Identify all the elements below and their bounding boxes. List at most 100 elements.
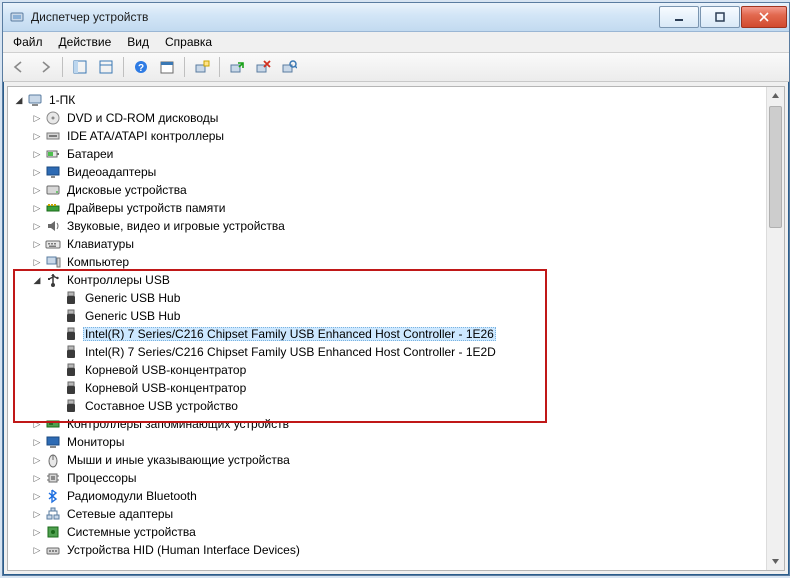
menu-file[interactable]: Файл	[5, 32, 51, 52]
close-button[interactable]	[741, 6, 787, 28]
tree-device-node[interactable]: Intel(R) 7 Series/C216 Chipset Family US…	[48, 325, 766, 343]
menu-help[interactable]: Справка	[157, 32, 220, 52]
scroll-thumb[interactable]	[769, 106, 782, 228]
menu-view[interactable]: Вид	[119, 32, 157, 52]
expand-icon[interactable]: ▷	[30, 489, 44, 503]
display-icon	[45, 164, 61, 180]
vertical-scrollbar[interactable]	[766, 87, 784, 570]
tree-device-node[interactable]: Generic USB Hub	[48, 289, 766, 307]
toolbar-enable-button[interactable]	[225, 55, 249, 79]
tree-node-label: Корневой USB-концентратор	[83, 381, 248, 395]
tree-category-node[interactable]: ▷ Видеоадаптеры	[30, 163, 766, 181]
tree-category-node[interactable]: ▷ Драйверы устройств памяти	[30, 199, 766, 217]
tree-category-node[interactable]: ▷ Устройства HID (Human Interface Devices…	[30, 541, 766, 559]
toolbar-properties-button[interactable]	[155, 55, 179, 79]
toolbar-back-button[interactable]	[7, 55, 31, 79]
tree-node-label: Generic USB Hub	[83, 309, 182, 323]
hid-icon	[45, 542, 61, 558]
expand-icon[interactable]: ▷	[30, 165, 44, 179]
toolbar-help-button[interactable]: ?	[129, 55, 153, 79]
storage-icon	[45, 416, 61, 432]
tree-category-node[interactable]: ▷Мыши и иные указывающие устройства	[30, 451, 766, 469]
tree-category-node[interactable]: ▷ IDE ATA/ATAPI контроллеры	[30, 127, 766, 145]
collapse-icon[interactable]: ◢	[12, 93, 26, 107]
expand-icon[interactable]: ▷	[30, 525, 44, 539]
toolbar-update-driver-button[interactable]	[190, 55, 214, 79]
expand-icon[interactable]: ▷	[30, 147, 44, 161]
tree-category-node[interactable]: ◢Контроллеры USB	[30, 271, 766, 289]
tree-node-label: Драйверы устройств памяти	[65, 201, 227, 215]
tree-device-node[interactable]: Корневой USB-концентратор	[48, 379, 766, 397]
toolbar-scan-button[interactable]	[277, 55, 301, 79]
tree-node-label: DVD и CD-ROM дисководы	[65, 111, 220, 125]
tree-device-node[interactable]: Intel(R) 7 Series/C216 Chipset Family US…	[48, 343, 766, 361]
cpu-icon	[45, 470, 61, 486]
expand-icon[interactable]: ▷	[30, 435, 44, 449]
system-icon	[45, 524, 61, 540]
tree-root-node[interactable]: ◢1-ПК	[12, 91, 766, 109]
tree-node-label: Intel(R) 7 Series/C216 Chipset Family US…	[83, 345, 498, 359]
minimize-button[interactable]	[659, 6, 699, 28]
expander-spacer	[48, 309, 62, 323]
svg-text:?: ?	[138, 63, 144, 74]
toolbar-uninstall-button[interactable]	[251, 55, 275, 79]
expand-icon[interactable]: ▷	[30, 543, 44, 557]
expander-spacer	[48, 345, 62, 359]
keyboard-icon	[45, 236, 61, 252]
monitor-icon	[45, 434, 61, 450]
expand-icon[interactable]: ▷	[30, 237, 44, 251]
maximize-button[interactable]	[700, 6, 740, 28]
tree-node-label: Клавиатуры	[65, 237, 136, 251]
tree-device-node[interactable]: Составное USB устройство	[48, 397, 766, 415]
tree-node-label: Звуковые, видео и игровые устройства	[65, 219, 287, 233]
tree-category-node[interactable]: ▷ Звуковые, видео и игровые устройства	[30, 217, 766, 235]
tree-category-node[interactable]: ▷Компьютер	[30, 253, 766, 271]
expand-icon[interactable]: ▷	[30, 417, 44, 431]
tree-category-node[interactable]: ▷Дисковые устройства	[30, 181, 766, 199]
menubar: Файл Действие Вид Справка	[3, 32, 789, 53]
tree-category-node[interactable]: ▷ DVD и CD-ROM дисководы	[30, 109, 766, 127]
toolbar: ?	[3, 53, 789, 82]
tree-category-node[interactable]: ▷Батареи	[30, 145, 766, 163]
toolbar-forward-button[interactable]	[33, 55, 57, 79]
computer-icon	[45, 254, 61, 270]
computer-root-icon	[27, 92, 43, 108]
expand-icon[interactable]: ▷	[30, 507, 44, 521]
tree-device-node[interactable]: Корневой USB-концентратор	[48, 361, 766, 379]
collapse-icon[interactable]: ◢	[30, 273, 44, 287]
toolbar-properties-pane-button[interactable]	[94, 55, 118, 79]
tree-node-label: Устройства HID (Human Interface Devices)	[65, 543, 302, 557]
mouse-icon	[45, 452, 61, 468]
tree-node-label: Видеоадаптеры	[65, 165, 158, 179]
tree-category-node[interactable]: ▷Системные устройства	[30, 523, 766, 541]
device-manager-window: Диспетчер устройств Файл Действие Вид Сп…	[2, 2, 790, 576]
usbdev-icon	[63, 362, 79, 378]
scroll-up-icon[interactable]	[767, 87, 784, 104]
tree-category-node[interactable]: ▷Радиомодули Bluetooth	[30, 487, 766, 505]
tree-category-node[interactable]: ▷Мониторы	[30, 433, 766, 451]
expand-icon[interactable]: ▷	[30, 129, 44, 143]
client-area: ◢1-ПК ▷ DVD и CD-ROM дисководы ▷ IDE ATA/ATA…	[7, 86, 785, 571]
expand-icon[interactable]: ▷	[30, 255, 44, 269]
tree-category-node[interactable]: ▷Процессоры	[30, 469, 766, 487]
hdd-icon	[45, 182, 61, 198]
device-tree[interactable]: ◢1-ПК ▷ DVD и CD-ROM дисководы ▷ IDE ATA/ATA…	[8, 87, 766, 570]
toolbar-show-hide-tree-button[interactable]	[68, 55, 92, 79]
expand-icon[interactable]: ▷	[30, 471, 44, 485]
expand-icon[interactable]: ▷	[30, 111, 44, 125]
tree-node-label: Generic USB Hub	[83, 291, 182, 305]
expand-icon[interactable]: ▷	[30, 453, 44, 467]
titlebar: Диспетчер устройств	[3, 3, 789, 32]
usbdev-icon	[63, 308, 79, 324]
scroll-down-icon[interactable]	[767, 553, 784, 570]
tree-node-label: IDE ATA/ATAPI контроллеры	[65, 129, 226, 143]
menu-action[interactable]: Действие	[51, 32, 120, 52]
tree-device-node[interactable]: Generic USB Hub	[48, 307, 766, 325]
expand-icon[interactable]: ▷	[30, 201, 44, 215]
tree-category-node[interactable]: ▷Контроллеры запоминающих устройств	[30, 415, 766, 433]
tree-category-node[interactable]: ▷Сетевые адаптеры	[30, 505, 766, 523]
expand-icon[interactable]: ▷	[30, 219, 44, 233]
tree-category-node[interactable]: ▷ Клавиатуры	[30, 235, 766, 253]
expand-icon[interactable]: ▷	[30, 183, 44, 197]
usbdev-icon	[63, 344, 79, 360]
